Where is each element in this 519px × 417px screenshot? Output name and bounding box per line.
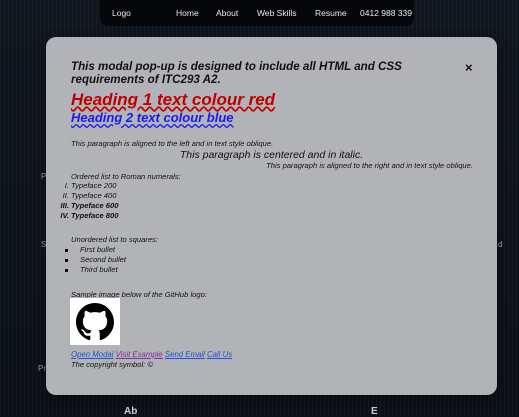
paragraph-left: This paragraph is aligned to the left an… [71, 139, 274, 148]
list-item: Third bullet [64, 265, 126, 275]
list-item-text: Typeface 800 [71, 211, 119, 220]
modal-title: This modal pop-up is designed to include… [71, 60, 402, 86]
list-item-text: Typeface 600 [71, 201, 119, 210]
list-item: Second bullet [64, 255, 126, 265]
list-item: First bullet [64, 245, 126, 255]
nav-web-skills[interactable]: Web Skills [257, 8, 297, 18]
nav-about[interactable]: About [216, 8, 238, 18]
roman-ordered-list: I. Typeface 200 II. Typeface 400 III. Ty… [60, 181, 119, 221]
open-modal-link[interactable]: Open Modal [71, 350, 113, 359]
square-unordered-list: First bullet Second bullet Third bullet [64, 245, 126, 275]
list-number: IV. [60, 211, 69, 220]
bg-section-heading: Ab [124, 406, 138, 417]
list-item-text: Typeface 400 [71, 191, 117, 200]
list-number: I. [64, 181, 69, 190]
github-logo-image [70, 298, 120, 345]
visit-example-link[interactable]: Visit Example [116, 350, 163, 359]
list-item: I. Typeface 200 [65, 181, 118, 191]
list-number: II. [62, 191, 69, 200]
nav-logo[interactable]: Logo [112, 8, 131, 18]
link-row: Open Modal Visit Example Send Email Call… [71, 350, 232, 359]
send-email-link[interactable]: Send Email [165, 350, 205, 359]
nav-phone[interactable]: 0412 988 339 [360, 8, 412, 18]
heading-1: Heading 1 text colour red [71, 90, 276, 109]
nav-resume[interactable]: Resume [315, 8, 347, 18]
list-number: III. [60, 201, 69, 210]
bg-edge-text: Pr [38, 364, 46, 373]
top-nav: Logo Home About Web Skills Resume 0412 9… [100, 0, 414, 26]
github-icon [76, 302, 114, 340]
copyright-text: The copyright symbol: © [71, 360, 153, 369]
bg-edge-text: d [498, 240, 503, 249]
heading-2: Heading 2 text colour blue [71, 110, 234, 125]
unordered-list-label: Unordered list to squares: [71, 235, 158, 244]
list-item: IV. Typeface 800 [60, 211, 119, 221]
list-item-text: Typeface 200 [71, 181, 117, 190]
list-item: III. Typeface 600 [61, 201, 119, 211]
call-us-link[interactable]: Call Us [207, 350, 232, 359]
nav-home[interactable]: Home [176, 8, 199, 18]
close-icon[interactable]: × [465, 61, 473, 74]
modal-dialog: × This modal pop-up is designed to inclu… [46, 37, 497, 395]
list-item: II. Typeface 400 [63, 191, 118, 201]
paragraph-right: This paragraph is aligned to the right a… [266, 161, 473, 170]
ordered-list-label: Ordered list to Roman numerals: [71, 172, 181, 181]
bg-section-heading: E [371, 406, 378, 417]
paragraph-center: This paragraph is centered and in italic… [179, 149, 364, 161]
